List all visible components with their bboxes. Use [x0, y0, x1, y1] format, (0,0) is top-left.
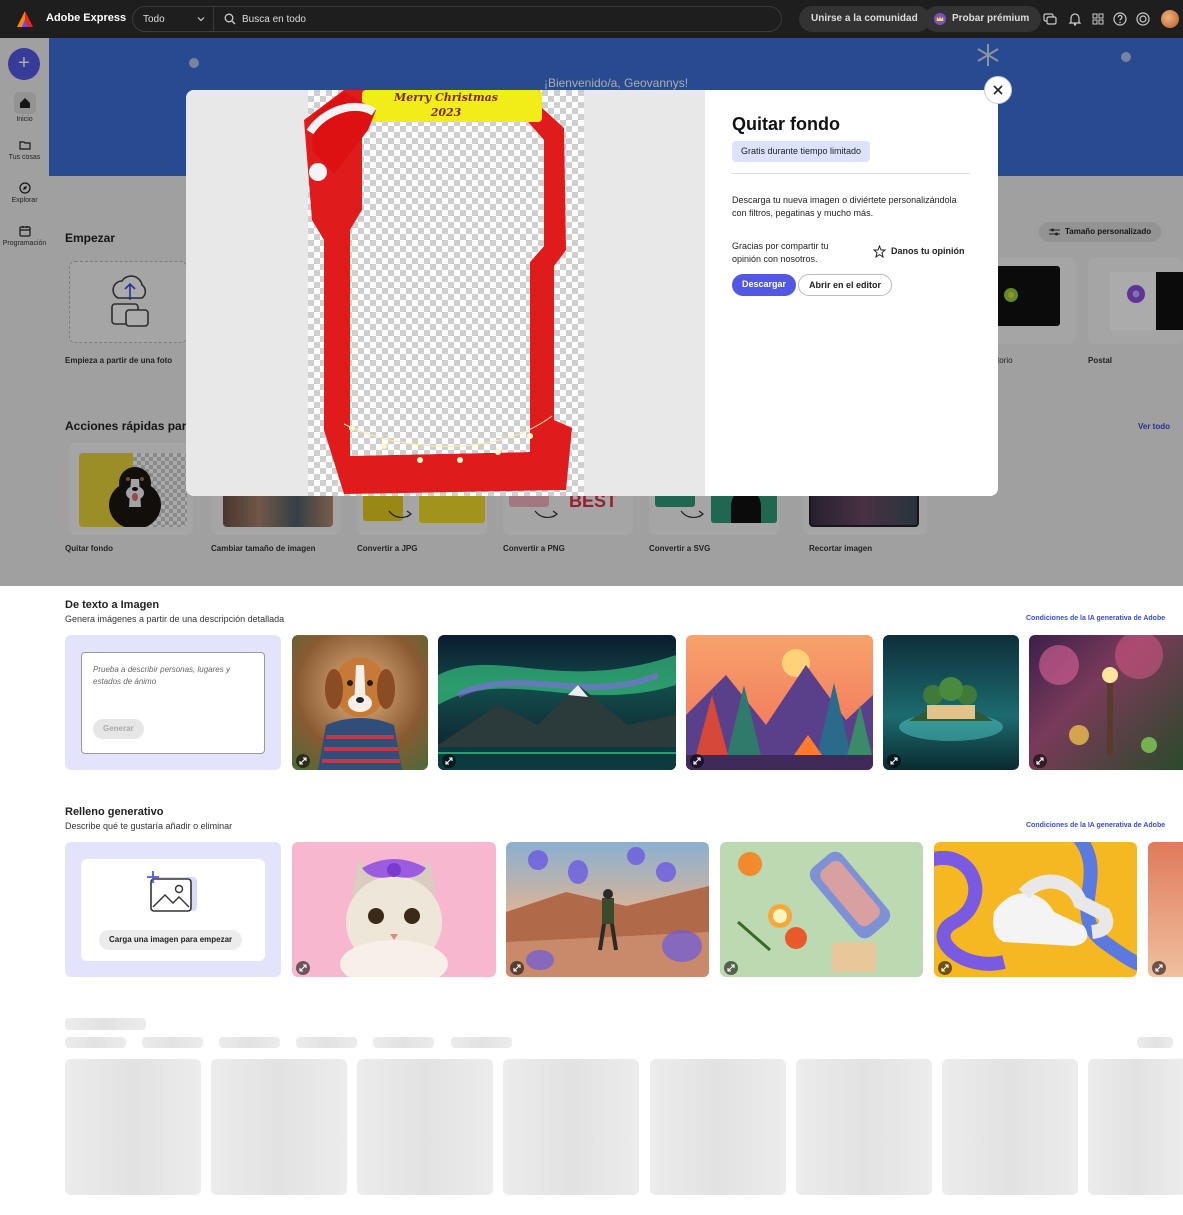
- expand-icon: [513, 964, 521, 972]
- remove-background-modal: Merry Christmas 2023 Quitar fondo Gratis…: [186, 90, 998, 496]
- skeleton-tab: [219, 1037, 280, 1048]
- skeleton-link: [1137, 1037, 1173, 1048]
- expand-button[interactable]: [724, 961, 738, 975]
- help-icon[interactable]: [1112, 11, 1128, 27]
- sample-island-image[interactable]: [883, 635, 1019, 770]
- skeleton-card: [357, 1059, 493, 1195]
- expand-button[interactable]: [938, 961, 952, 975]
- crown-icon: [934, 13, 946, 25]
- skeleton-tab: [373, 1037, 434, 1048]
- christmas-frame-image: [304, 90, 572, 494]
- genai-terms-link[interactable]: Condiciones de la IA generativa de Adobe: [1026, 822, 1165, 829]
- frame-title-line2: 2023: [430, 106, 462, 119]
- expand-icon: [299, 964, 307, 972]
- open-in-editor-button[interactable]: Abrir en el editor: [798, 274, 893, 296]
- expand-button[interactable]: [1152, 961, 1166, 975]
- expand-icon: [1155, 964, 1163, 972]
- skeleton-title: [65, 1018, 146, 1030]
- feedback-thanks-text: Gracias por compartir tu opinión con nos…: [732, 241, 829, 264]
- apps-grid-icon[interactable]: [1090, 11, 1106, 27]
- sample-desert-hiker-image[interactable]: [506, 842, 709, 977]
- skeleton-card: [650, 1059, 786, 1195]
- expand-button[interactable]: [887, 754, 901, 768]
- limited-time-badge: Gratis durante tiempo limitado: [732, 141, 871, 162]
- expand-button[interactable]: [510, 961, 524, 975]
- search-input[interactable]: Busca en todo: [214, 6, 782, 32]
- top-bar: Adobe Express Todo Busca en todo Unirse …: [0, 0, 1183, 38]
- modal-preview-panel: Merry Christmas 2023: [186, 90, 705, 496]
- search-icon: [224, 13, 236, 25]
- skeleton-card: [942, 1059, 1078, 1195]
- expand-button[interactable]: [1033, 754, 1047, 768]
- generative-fill-subtitle: Describe qué te gustaría añadir o elimin…: [65, 821, 233, 831]
- text-to-image-prompt-card: Prueba a describir personas, lugares y e…: [65, 635, 281, 770]
- skeleton-card: [211, 1059, 347, 1195]
- skeleton-card: [503, 1059, 639, 1195]
- upload-image-button[interactable]: Carga una imagen para empezar: [99, 930, 243, 950]
- prompt-input[interactable]: Prueba a describir personas, lugares y e…: [81, 652, 265, 754]
- generate-button[interactable]: Generar: [93, 719, 144, 739]
- skeleton-tab: [65, 1037, 126, 1048]
- expand-icon: [1036, 757, 1044, 765]
- text-to-image-title: De texto a Imagen: [65, 599, 160, 611]
- expand-icon: [890, 757, 898, 765]
- download-button[interactable]: Descargar: [732, 274, 797, 296]
- close-modal-button[interactable]: [984, 76, 1012, 104]
- modal-divider: [732, 173, 970, 174]
- try-premium-label: Probar prémium: [952, 13, 1030, 24]
- sample-cat-bow-image[interactable]: [292, 842, 496, 977]
- chat-icon[interactable]: [1042, 11, 1058, 27]
- expand-button[interactable]: [296, 961, 310, 975]
- expand-button[interactable]: [442, 754, 456, 768]
- skeleton-card: [65, 1059, 201, 1195]
- sample-fantasy-forest-image[interactable]: [1029, 635, 1183, 770]
- prompt-placeholder: Prueba a describir personas, lugares y e…: [93, 665, 230, 686]
- text-to-image-subtitle: Genera imágenes a partir de una descripc…: [65, 614, 285, 624]
- expand-icon: [445, 757, 453, 765]
- expand-button[interactable]: [296, 754, 310, 768]
- expand-icon: [727, 964, 735, 972]
- creative-cloud-icon[interactable]: [1135, 11, 1151, 27]
- sample-sneakers-image[interactable]: [934, 842, 1137, 977]
- skeleton-tab: [142, 1037, 203, 1048]
- skeleton-card: [796, 1059, 932, 1195]
- app-title[interactable]: Adobe Express: [46, 12, 126, 24]
- upload-dropzone[interactable]: Carga una imagen para empezar: [81, 859, 265, 961]
- expand-button[interactable]: [690, 754, 704, 768]
- skeleton-tab: [296, 1037, 357, 1048]
- skeleton-card: [1088, 1059, 1183, 1195]
- give-feedback-button[interactable]: Danos tu opinión: [873, 245, 965, 258]
- modal-description: Descarga tu nueva imagen o diviértete pe…: [732, 195, 957, 218]
- modal-title: Quitar fondo: [732, 114, 840, 134]
- modal-info-panel: Quitar fondo Gratis durante tiempo limit…: [705, 90, 998, 496]
- join-community-button[interactable]: Unirse a la comunidad: [799, 6, 930, 32]
- chevron-down-icon: [197, 17, 205, 22]
- expand-icon: [693, 757, 701, 765]
- give-feedback-label: Danos tu opinión: [891, 246, 965, 256]
- add-image-icon: [147, 871, 197, 912]
- bell-icon[interactable]: [1067, 11, 1083, 27]
- sample-lowpoly-forest-image[interactable]: [686, 635, 873, 770]
- frame-title-line1: Merry Christmas: [394, 91, 498, 104]
- search-scope-value: Todo: [143, 14, 165, 25]
- search-placeholder: Busca en todo: [242, 14, 306, 25]
- search-scope-select[interactable]: Todo: [132, 6, 214, 32]
- genai-terms-link[interactable]: Condiciones de la IA generativa de Adobe: [1026, 615, 1165, 622]
- sample-aurora-image[interactable]: [438, 635, 676, 770]
- frame-title-text: Merry Christmas 2023: [376, 90, 516, 120]
- join-community-label: Unirse a la comunidad: [811, 13, 918, 24]
- generative-fill-upload-card: Carga una imagen para empezar: [65, 842, 281, 977]
- expand-icon: [299, 757, 307, 765]
- sample-partial-image[interactable]: [1148, 842, 1183, 977]
- expand-icon: [941, 964, 949, 972]
- close-icon: [993, 85, 1003, 95]
- generative-fill-title: Relleno generativo: [65, 806, 164, 818]
- user-avatar[interactable]: [1161, 10, 1179, 28]
- sample-bottle-citrus-image[interactable]: [720, 842, 923, 977]
- star-icon: [873, 245, 886, 258]
- sample-dog-sweater-image[interactable]: [292, 635, 428, 770]
- adobe-express-logo[interactable]: [16, 10, 34, 28]
- try-premium-button[interactable]: Probar prémium: [924, 6, 1042, 32]
- skeleton-tab: [451, 1037, 512, 1048]
